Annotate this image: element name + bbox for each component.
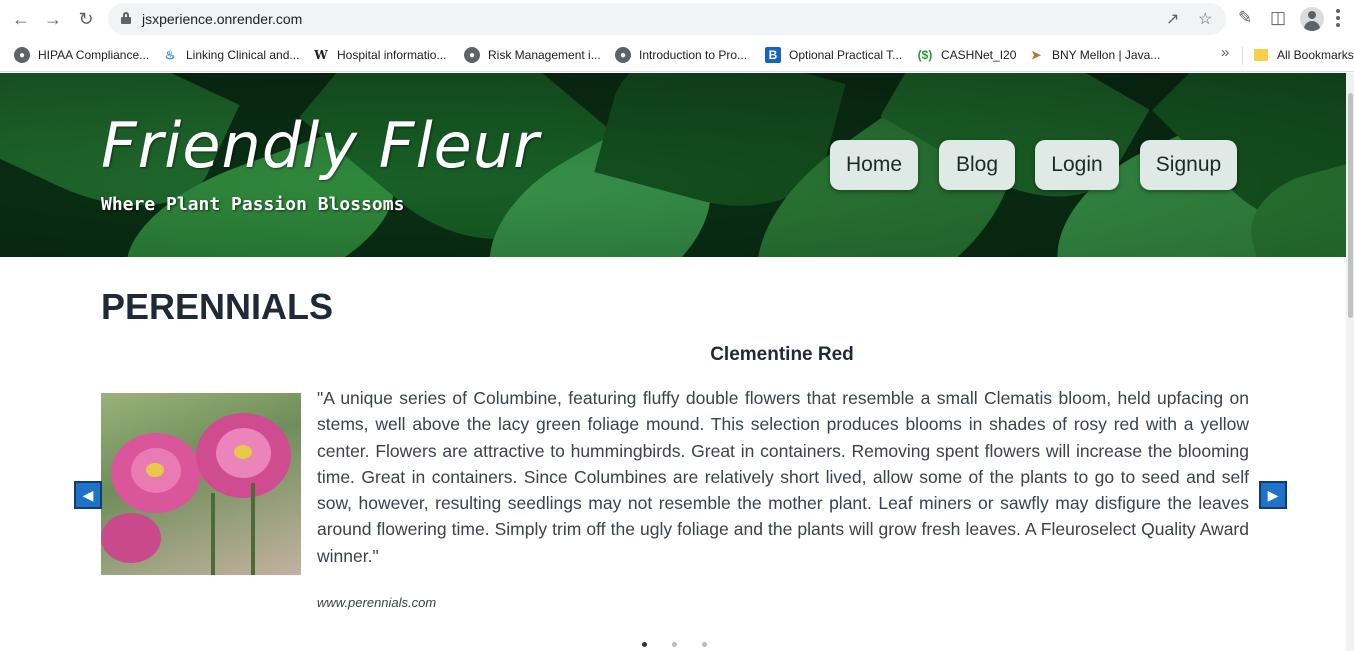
bookmark-hospital-info[interactable]: W Hospital informatio... xyxy=(313,46,446,64)
carousel-dot-2[interactable] xyxy=(672,642,677,647)
flower-image xyxy=(101,393,301,575)
bookmarks-overflow-icon[interactable]: » xyxy=(1221,44,1229,61)
profile-avatar-icon[interactable] xyxy=(1300,7,1324,31)
lock-icon xyxy=(121,12,131,24)
slide-title: Clementine Red xyxy=(0,344,1354,366)
carousel-dot-1[interactable] xyxy=(642,642,647,647)
bookmark-label: HIPAA Compliance... xyxy=(38,48,150,62)
reload-icon[interactable]: ↻ xyxy=(75,8,97,30)
all-bookmarks-folder[interactable]: All Bookmarks xyxy=(1253,46,1354,64)
section-title: PERENNIALS xyxy=(101,286,334,327)
scrollbar-thumb[interactable] xyxy=(1348,93,1353,318)
carousel-prev-button[interactable]: ◀ xyxy=(74,481,102,509)
bookmark-label: BNY Mellon | Java... xyxy=(1052,48,1161,62)
bookmark-label: Introduction to Pro... xyxy=(639,48,748,62)
browser-menu-icon[interactable] xyxy=(1336,9,1340,27)
bookmark-label: Hospital informatio... xyxy=(337,48,447,62)
cashnet-icon: ($) xyxy=(917,48,933,62)
bookmark-linking-clinical[interactable]: ♨ Linking Clinical and... xyxy=(162,46,300,64)
globe-icon: ● xyxy=(14,47,30,63)
slide-title-text: Clementine Red xyxy=(710,344,854,365)
globe-icon: ● xyxy=(615,47,631,63)
bookmark-label: Optional Practical T... xyxy=(789,48,903,62)
back-icon[interactable]: ← xyxy=(10,8,32,30)
bookmark-cashnet[interactable]: ($) CASHNet_I20 xyxy=(917,46,1017,64)
bookmarks-divider xyxy=(1242,47,1243,65)
nav-blog-button[interactable]: Blog xyxy=(939,140,1015,190)
bookmark-risk-management[interactable]: ● Risk Management i... xyxy=(464,46,601,64)
share-icon[interactable]: ↗ xyxy=(1166,9,1179,29)
bookmark-bny-mellon[interactable]: ➤ BNY Mellon | Java... xyxy=(1028,46,1160,64)
star-icon[interactable]: ☆ xyxy=(1198,9,1212,29)
carousel-next-button[interactable]: ▶ xyxy=(1259,481,1287,509)
bny-icon: ➤ xyxy=(1030,48,1042,62)
bookmark-intro-pro[interactable]: ● Introduction to Pro... xyxy=(615,46,747,64)
triangle-right-icon: ▶ xyxy=(1267,486,1279,503)
bookmark-label: Linking Clinical and... xyxy=(186,48,300,62)
nav-login-button[interactable]: Login xyxy=(1035,140,1119,190)
hero-banner: Friendly Fleur Where Plant Passion Bloss… xyxy=(0,73,1349,257)
extensions-icon[interactable]: ✎ xyxy=(1238,8,1252,28)
address-bar[interactable]: jsxperience.onrender.com ↗ ☆ xyxy=(108,3,1226,35)
slide-description: "A unique series of Columbine, featuring… xyxy=(317,388,1249,566)
browser-toolbar: ← → ↻ jsxperience.onrender.com ↗ ☆ ✎ ◫ xyxy=(0,0,1354,38)
bookmark-label: CASHNet_I20 xyxy=(941,48,1017,62)
side-panel-icon[interactable]: ◫ xyxy=(1270,8,1286,28)
slide-source: www.perennials.com xyxy=(317,595,437,610)
nav-home-button[interactable]: Home xyxy=(830,140,918,190)
nav-signup-button[interactable]: Signup xyxy=(1140,140,1237,190)
globe-icon: ● xyxy=(464,47,480,63)
bookmark-label: All Bookmarks xyxy=(1277,48,1354,62)
bookmark-hipaa[interactable]: ● HIPAA Compliance... xyxy=(14,46,149,64)
bookmark-opt[interactable]: B Optional Practical T... xyxy=(765,46,902,64)
page-scrollbar[interactable] xyxy=(1346,73,1354,651)
bookmark-label: Risk Management i... xyxy=(488,48,601,62)
triangle-left-icon: ◀ xyxy=(82,486,94,503)
forward-icon[interactable]: → xyxy=(42,8,64,30)
page-viewport: Friendly Fleur Where Plant Passion Bloss… xyxy=(0,73,1354,651)
site-brand[interactable]: Friendly Fleur xyxy=(101,115,540,177)
bookmarks-bar: ● HIPAA Compliance... ♨ Linking Clinical… xyxy=(0,38,1354,72)
flame-icon: ♨ xyxy=(164,48,176,62)
site-tagline: Where Plant Passion Blossoms xyxy=(101,194,405,215)
carousel-dot-3[interactable] xyxy=(702,642,707,647)
b-logo-icon: B xyxy=(765,47,781,63)
wikipedia-icon: W xyxy=(314,48,328,62)
url-text[interactable]: jsxperience.onrender.com xyxy=(142,11,302,27)
folder-icon xyxy=(1253,47,1269,63)
